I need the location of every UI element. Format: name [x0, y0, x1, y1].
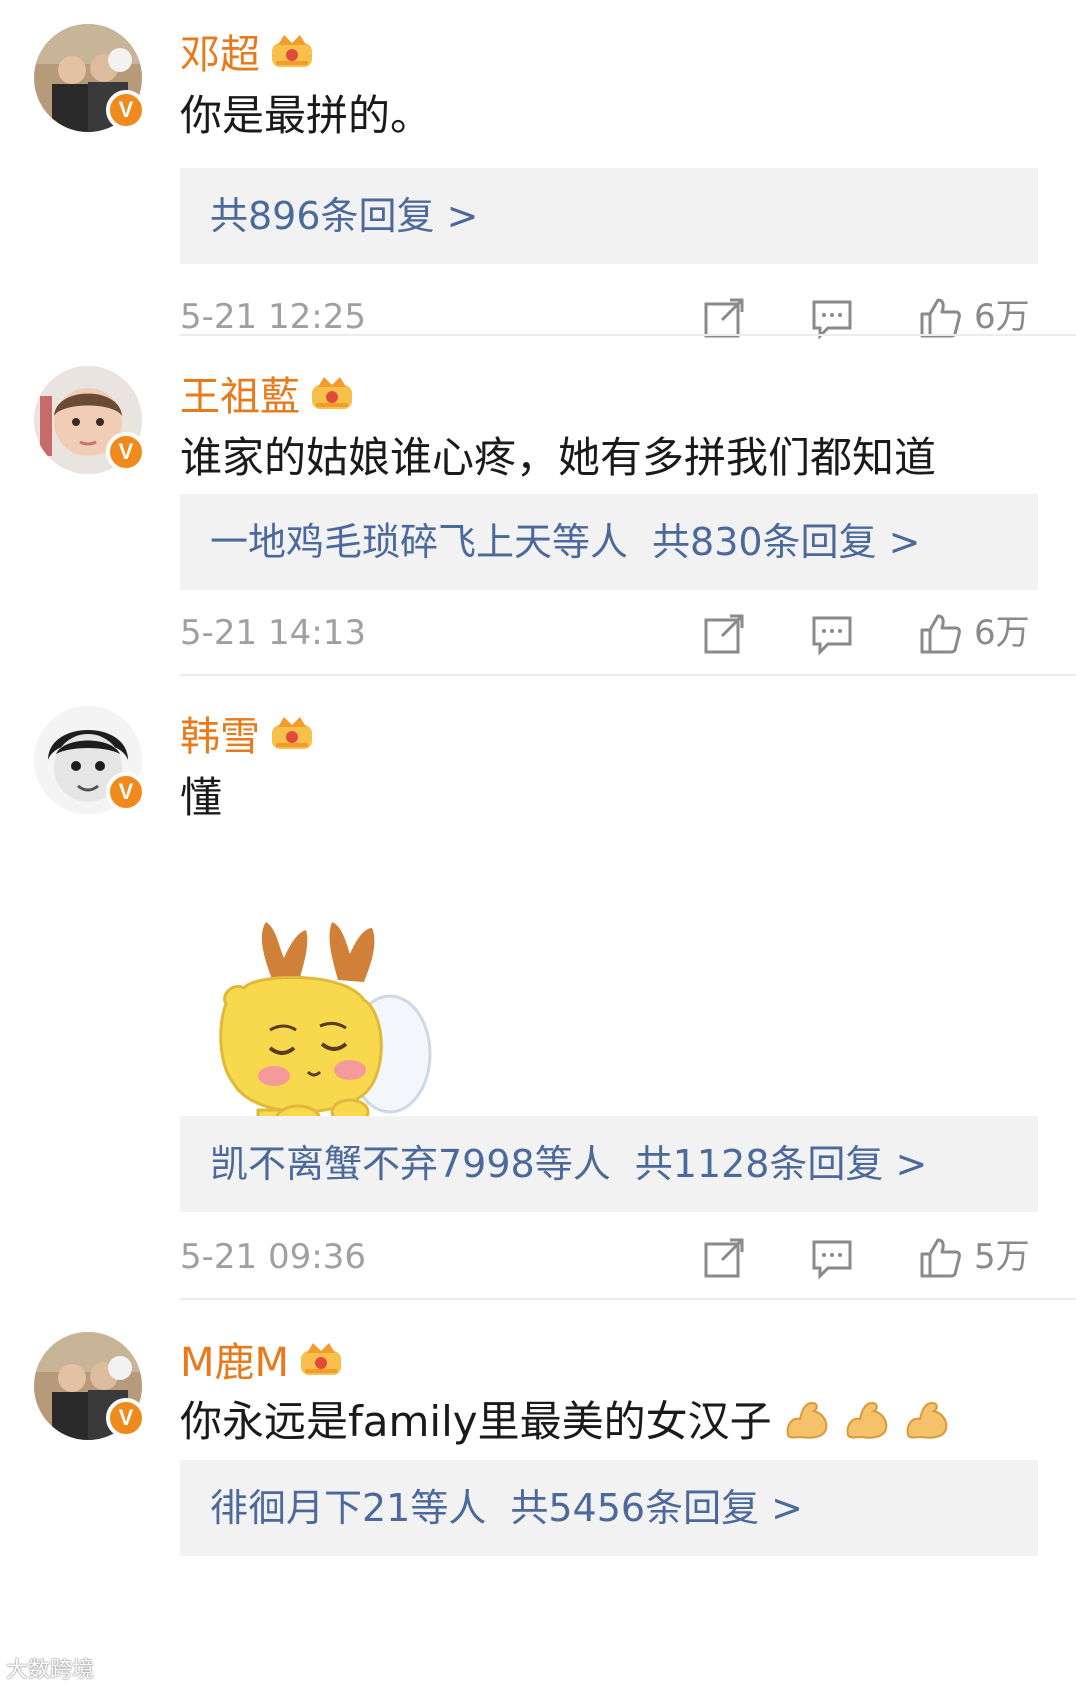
username[interactable]: 王祖藍 [180, 364, 354, 422]
comment-text-content: 你是最拼的。 [180, 91, 433, 140]
username[interactable]: 韩雪 [180, 704, 314, 762]
reply-count-link[interactable]: 共1128条回复 > [635, 1142, 928, 1186]
reply-summary[interactable]: 共896条回复 > [180, 168, 1038, 264]
like-icon[interactable] [918, 1236, 962, 1280]
verified-badge: V [106, 90, 146, 130]
timestamp: 5-21 09:36 [180, 1237, 366, 1277]
flexed-biceps-emoji [782, 1395, 832, 1443]
like-icon[interactable] [918, 612, 962, 656]
comment-text: 懂 [180, 764, 222, 825]
comment-icon[interactable] [810, 1236, 854, 1280]
comment-text: 你永远是family里最美的女汉子 [180, 1388, 952, 1449]
comment-meta: 5-21 09:36 5万 [180, 1232, 1040, 1282]
comment-text-content: 懂 [180, 773, 223, 822]
repost-icon[interactable] [702, 612, 746, 656]
comment-text: 谁家的姑娘谁心疼，她有多拼我们都知道 [180, 424, 936, 485]
comment-item: V 王祖藍 谁家的姑娘谁心疼，她有多拼我们都知道 一地鸡毛琐碎飞上天等人 共830… [0, 336, 1076, 676]
username-text[interactable]: 邓超 [180, 22, 260, 80]
comment-item: V 邓超 你是最拼的。 共896条回复 > 5-21 12:25 6万 [0, 0, 1076, 340]
timestamp: 5-21 14:13 [180, 613, 366, 653]
reply-count-link[interactable]: 共5456条回复 > [510, 1486, 803, 1530]
reply-summary[interactable]: 徘徊月下21等人 共5456条回复 > [180, 1460, 1038, 1556]
comment-text: 你是最拼的。 [180, 82, 432, 143]
comment-meta: 5-21 14:13 6万 [180, 608, 1040, 658]
username[interactable]: M鹿M [180, 1330, 343, 1388]
flexed-biceps-emoji [902, 1395, 952, 1443]
reply-users[interactable]: 一地鸡毛琐碎飞上天等人 [210, 520, 628, 564]
username-text[interactable]: 韩雪 [180, 704, 260, 762]
reply-summary[interactable]: 一地鸡毛琐碎飞上天等人 共830条回复 > [180, 494, 1038, 590]
username-text[interactable]: 王祖藍 [180, 364, 300, 422]
reply-users[interactable]: 凯不离蟹不弃7998等人 [210, 1142, 611, 1186]
like-count: 5万 [974, 1237, 1030, 1277]
comment-item: V M鹿M 你永远是family里最美的女汉子 徘徊月下21等人 共5456条回复… [0, 1300, 1076, 1690]
repost-icon[interactable] [702, 1236, 746, 1280]
reply-summary[interactable]: 凯不离蟹不弃7998等人 共1128条回复 > [180, 1116, 1038, 1212]
flexed-biceps-emoji [842, 1395, 892, 1443]
watermark: 大数跨境 [6, 1657, 95, 1682]
verified-badge: V [106, 432, 146, 472]
crown-icon [310, 373, 354, 413]
comment-item: V 韩雪 懂 凯不离蟹不弃7998等人 共1128条回复 > 5-21 09:3… [0, 676, 1076, 1300]
reply-users[interactable]: 徘徊月下21等人 [210, 1486, 486, 1530]
comment-text-content: 谁家的姑娘谁心疼，她有多拼我们都知道 [180, 433, 937, 482]
username[interactable]: 邓超 [180, 22, 314, 80]
crown-icon [270, 31, 314, 71]
reply-count-link[interactable]: 共830条回复 > [652, 520, 920, 564]
comment-text-content: 你永远是family里最美的女汉子 [180, 1397, 772, 1446]
crown-icon [299, 1339, 343, 1379]
verified-badge: V [106, 1398, 146, 1438]
username-text[interactable]: M鹿M [180, 1330, 289, 1388]
like-count: 6万 [974, 613, 1030, 653]
verified-badge: V [106, 772, 146, 812]
comment-icon[interactable] [810, 612, 854, 656]
reply-count-link[interactable]: 共896条回复 > [210, 194, 478, 238]
crown-icon [270, 713, 314, 753]
